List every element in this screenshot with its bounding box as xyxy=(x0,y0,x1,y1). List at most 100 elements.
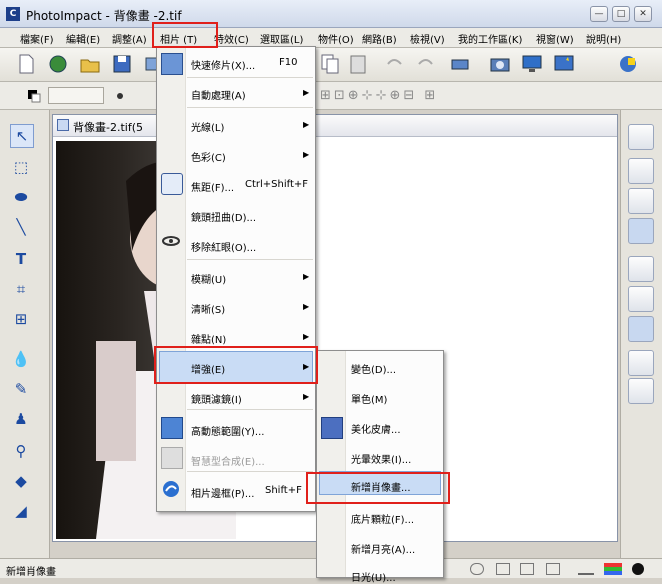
menu-item-photo-frame[interactable]: 相片邊框(P)... xyxy=(191,485,254,500)
skin-beautify-icon xyxy=(321,417,343,439)
close-button[interactable]: ✕ xyxy=(634,6,652,22)
photo-frame-icon xyxy=(161,479,181,499)
menu-item-lighting[interactable]: 光線(L) xyxy=(191,119,224,134)
minimize-button[interactable]: — xyxy=(590,6,608,22)
transform-tool-icon[interactable]: ⊞ xyxy=(10,308,32,330)
menu-separator xyxy=(187,107,313,108)
link-icon[interactable] xyxy=(470,563,484,575)
ruler-icon[interactable] xyxy=(578,563,594,575)
fill-tool-icon[interactable]: ◢ xyxy=(10,500,32,522)
monitor-icon[interactable] xyxy=(520,52,544,76)
submenu-arrow-icon: ▶ xyxy=(303,150,310,159)
maximize-button[interactable]: □ xyxy=(612,6,630,22)
clone-tool-icon[interactable]: ⚲ xyxy=(10,440,32,462)
info-panel-icon[interactable] xyxy=(628,350,654,376)
menu-item-auto-process[interactable]: 自動處理(A) xyxy=(191,87,246,102)
menu-window[interactable]: 視窗(W) xyxy=(536,31,574,46)
screen-icon[interactable] xyxy=(546,563,560,575)
menu-bar: 檔案(F) 編輯(E) 調整(A) 相片 (T) 特效(C) 選取區(L) 物件… xyxy=(0,28,662,48)
easy-palette-icon[interactable] xyxy=(628,218,654,244)
dot-icon[interactable] xyxy=(112,84,136,108)
dropper-tool-icon[interactable]: 💧 xyxy=(10,348,32,370)
color-swatch-icon[interactable] xyxy=(22,84,46,108)
submenu-item-monochrome[interactable]: 單色(M) xyxy=(351,391,387,406)
selection-tool-icon[interactable]: ⬚ xyxy=(10,156,32,178)
object-tool-icon[interactable]: ⬬ xyxy=(10,186,32,208)
menu-object[interactable]: 物件(O) xyxy=(318,31,354,46)
menu-item-blur[interactable]: 模糊(U) xyxy=(191,271,226,286)
menu-item-lens-filter[interactable]: 鏡頭濾鏡(I) xyxy=(191,391,242,406)
annotation-box-enhance xyxy=(154,346,318,384)
open-folder-icon[interactable] xyxy=(78,52,102,76)
stamp-tool-icon[interactable]: ♟ xyxy=(10,408,32,430)
layers-panel-icon[interactable] xyxy=(628,124,654,150)
submenu-item-add-moon[interactable]: 新增月亮(A)... xyxy=(351,541,415,556)
menu-item-noise[interactable]: 雜點(N) xyxy=(191,331,226,346)
status-text: 新增肖像畫 xyxy=(6,567,56,578)
submenu-arrow-icon: ▶ xyxy=(303,272,310,281)
shortcut-quick-fix: F10 xyxy=(279,57,298,68)
frame-icon[interactable] xyxy=(520,563,534,575)
menu-item-red-eye[interactable]: 移除紅眼(O)... xyxy=(191,239,256,254)
menu-item-color[interactable]: 色彩(C) xyxy=(191,149,226,164)
align-tools-icon[interactable]: ⊞⊡⊕⊹⊹⊕⊟ ⊞ xyxy=(320,88,460,104)
grid-icon[interactable] xyxy=(496,563,510,575)
new-file-icon[interactable] xyxy=(14,52,38,76)
text-tool-icon[interactable]: T xyxy=(10,248,32,270)
camera-icon[interactable] xyxy=(488,52,512,76)
globe-icon[interactable] xyxy=(46,52,70,76)
menu-file[interactable]: 檔案(F) xyxy=(20,31,54,46)
color-bar-icon[interactable] xyxy=(604,563,622,575)
swatch-panel-icon[interactable] xyxy=(628,286,654,312)
focus-icon xyxy=(161,173,183,195)
redo-icon[interactable] xyxy=(414,52,438,76)
submenu-item-glow[interactable]: 光暈效果(I)... xyxy=(351,451,411,466)
menu-item-lens-distortion[interactable]: 鏡頭扭曲(D)... xyxy=(191,209,256,224)
annotation-box-new-portrait xyxy=(306,472,450,504)
shortcut-focus: Ctrl+Shift+F xyxy=(245,179,309,190)
eraser-tool-icon[interactable]: ◆ xyxy=(10,470,32,492)
menu-web[interactable]: 網路(B) xyxy=(362,31,397,46)
menu-item-smart-merge[interactable]: 智慧型合成(E)... xyxy=(191,453,265,468)
menu-item-focus[interactable]: 焦距(F)... xyxy=(191,179,234,194)
submenu-item-sunlight[interactable]: 日光(U)... xyxy=(351,569,396,584)
submenu-icon-strip xyxy=(317,351,346,577)
submenu-arrow-icon: ▶ xyxy=(303,332,310,341)
pick-tool-icon[interactable]: ↖ xyxy=(10,124,34,148)
red-eye-icon xyxy=(161,231,181,251)
help-icon[interactable] xyxy=(616,52,640,76)
menu-effects[interactable]: 特效(C) xyxy=(214,31,249,46)
value-stepper[interactable] xyxy=(48,87,104,104)
app-icon: C xyxy=(6,7,20,21)
menu-help[interactable]: 說明(H) xyxy=(586,31,621,46)
history-panel-icon[interactable] xyxy=(628,158,654,184)
line-tool-icon[interactable]: ╲ xyxy=(10,216,32,238)
histogram-panel-icon[interactable] xyxy=(628,378,654,404)
info-icon[interactable] xyxy=(632,563,644,575)
submenu-item-skin-beautify[interactable]: 美化皮膚... xyxy=(351,421,401,436)
copy-icon[interactable] xyxy=(318,52,342,76)
menu-workspace[interactable]: 我的工作區(K) xyxy=(458,31,522,46)
document-panel-icon[interactable] xyxy=(628,256,654,282)
shortcut-photo-frame: Shift+F xyxy=(265,485,302,496)
submenu-item-film-grain[interactable]: 底片顆粒(F)... xyxy=(351,511,414,526)
submenu-item-tint[interactable]: 變色(D)... xyxy=(351,361,396,376)
menu-item-quick-fix[interactable]: 快速修片(X)... xyxy=(191,57,255,72)
menu-item-hdr[interactable]: 高動態範圍(Y)... xyxy=(191,423,264,438)
magic-wand-icon[interactable] xyxy=(552,52,576,76)
tool-panel: ↖ ⬚ ⬬ ╲ T ⌗ ⊞ 💧 ✎ ♟ ⚲ ◆ ◢ xyxy=(0,110,50,558)
menu-edit[interactable]: 編輯(E) xyxy=(66,31,100,46)
print-icon[interactable] xyxy=(448,52,472,76)
paste-icon[interactable] xyxy=(346,52,370,76)
crop-tool-icon[interactable]: ⌗ xyxy=(10,278,32,300)
palette-panel-icon[interactable] xyxy=(628,188,654,214)
save-icon[interactable] xyxy=(110,52,134,76)
undo-icon[interactable] xyxy=(382,52,406,76)
menu-item-sharpen[interactable]: 清晰(S) xyxy=(191,301,225,316)
menu-selection[interactable]: 選取區(L) xyxy=(260,31,303,46)
brush-tool-icon[interactable]: ✎ xyxy=(10,378,32,400)
submenu-arrow-icon: ▶ xyxy=(303,120,310,129)
menu-adjust[interactable]: 調整(A) xyxy=(112,31,147,46)
menu-view[interactable]: 檢視(V) xyxy=(410,31,445,46)
play-panel-icon[interactable] xyxy=(628,316,654,342)
